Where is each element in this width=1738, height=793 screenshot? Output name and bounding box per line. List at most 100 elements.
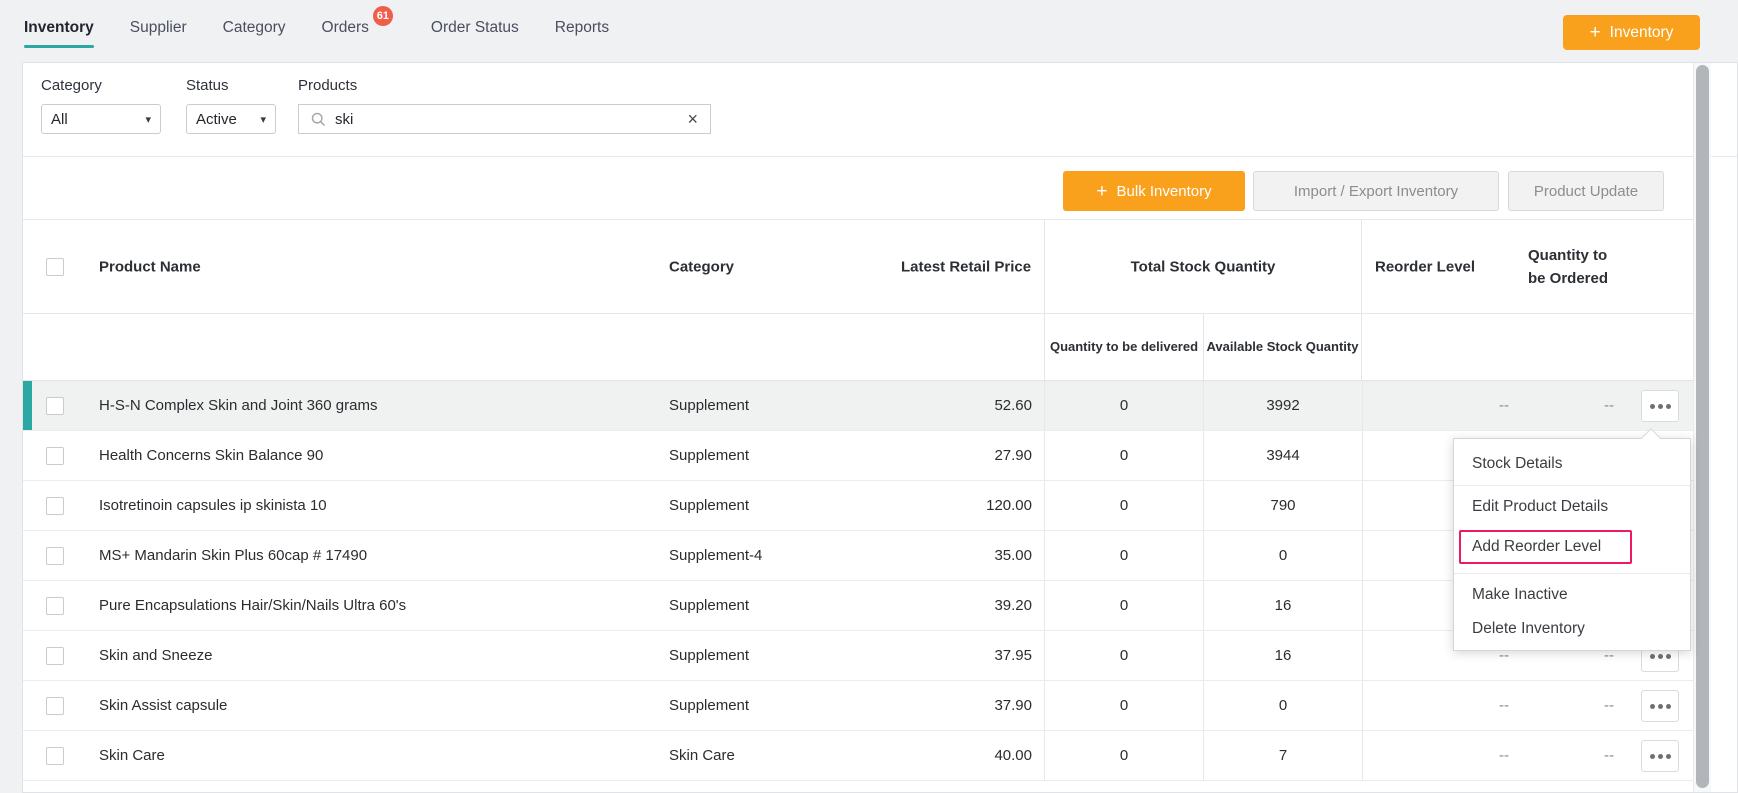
ellipsis-dot: [1665, 703, 1671, 709]
tab-reports[interactable]: Reports: [555, 19, 609, 37]
reorder-level-cell: --: [1362, 681, 1509, 730]
category-cell: Supplement: [669, 397, 750, 414]
quantity-to-be-ordered-cell: --: [1604, 697, 1614, 714]
quantity-to-be-ordered-cell: --: [1604, 747, 1614, 764]
latest-retail-price-cell: 35.00: [994, 547, 1032, 564]
row-checkbox[interactable]: [46, 547, 64, 565]
tab-label: Inventory: [24, 19, 94, 36]
latest-retail-price-cell: 39.20: [994, 597, 1032, 614]
tab-orders[interactable]: Orders 61: [321, 6, 393, 37]
ellipsis-dot: [1665, 653, 1671, 659]
table-row: H-S-N Complex Skin and Joint 360 grams Su…: [23, 381, 1693, 431]
available-stock-quantity-cell: 16: [1203, 631, 1362, 680]
category-cell: Supplement-4: [669, 547, 763, 564]
ellipsis-dot: [1649, 703, 1655, 709]
ellipsis-dot: [1649, 403, 1655, 409]
plus-icon: +: [1096, 180, 1108, 202]
latest-retail-price-cell: 120.00: [986, 497, 1032, 514]
menu-item-stock-details[interactable]: Stock Details: [1454, 447, 1690, 481]
chevron-down-icon: ▾: [260, 113, 266, 126]
tab-label: Category: [222, 19, 286, 36]
latest-retail-price-cell: 37.95: [994, 647, 1032, 664]
tab-supplier[interactable]: Supplier: [130, 19, 187, 37]
subheader-quantity-to-be-delivered: Quantity to be delivered: [1044, 314, 1203, 380]
available-stock-quantity-cell: 790: [1203, 481, 1362, 530]
quantity-to-be-delivered-cell: 0: [1044, 431, 1203, 480]
category-cell: Supplement: [669, 647, 750, 664]
chevron-down-icon: ▾: [145, 113, 151, 126]
row-checkbox[interactable]: [46, 447, 64, 465]
scrollbar-thumb[interactable]: [1696, 65, 1709, 788]
table-row: Skin Assist capsule Supplement 37.90 0 0 -- --: [23, 681, 1693, 731]
available-stock-quantity-cell: 3944: [1203, 431, 1362, 480]
row-checkbox[interactable]: [46, 597, 64, 615]
row-checkbox[interactable]: [46, 697, 64, 715]
header-reorder-level: Reorder Level: [1375, 258, 1476, 275]
row-checkbox[interactable]: [46, 497, 64, 515]
header-total-stock-quantity-group: Total Stock Quantity: [1044, 220, 1362, 313]
row-checkbox[interactable]: [46, 397, 64, 415]
quantity-to-be-delivered-cell: 0: [1044, 381, 1203, 430]
header-latest-retail-price: Latest Retail Price: [901, 258, 1032, 275]
selected-row-indicator: [23, 381, 32, 430]
available-stock-quantity-cell: 16: [1203, 581, 1362, 630]
row-actions-button[interactable]: [1641, 740, 1679, 772]
row-checkbox[interactable]: [46, 647, 64, 665]
menu-item-make-inactive[interactable]: Make Inactive: [1454, 578, 1690, 612]
top-nav: Inventory Supplier Category Orders 61 Order S…: [0, 0, 1738, 56]
menu-item-delete-inventory[interactable]: Delete Inventory: [1454, 612, 1690, 646]
import-export-inventory-button[interactable]: Import / Export Inventory: [1253, 171, 1499, 211]
menu-item-add-reorder-level[interactable]: Add Reorder Level: [1459, 530, 1632, 564]
product-name-cell: Skin and Sneeze: [99, 647, 213, 664]
bulk-inventory-label: Bulk Inventory: [1116, 182, 1212, 200]
header-product-name: Product Name: [99, 258, 201, 275]
product-name-cell: Pure Encapsulations Hair/Skin/Nails Ultr…: [99, 597, 407, 614]
available-stock-quantity-cell: 7: [1203, 731, 1362, 780]
tab-inventory[interactable]: Inventory: [24, 19, 94, 48]
category-select-value: All: [51, 110, 68, 128]
menu-item-edit-product-details[interactable]: Edit Product Details: [1454, 490, 1690, 524]
product-name-cell: H-S-N Complex Skin and Joint 360 grams: [99, 397, 378, 414]
ellipsis-dot: [1657, 703, 1663, 709]
available-stock-quantity-cell: 0: [1203, 531, 1362, 580]
table-row: Health Concerns Skin Balance 90 Supplemen…: [23, 431, 1693, 481]
header-total-stock-quantity: Total Stock Quantity: [1130, 258, 1276, 275]
status-select[interactable]: Active ▾: [186, 104, 276, 134]
tab-order-status[interactable]: Order Status: [431, 19, 519, 37]
table-row: Pure Encapsulations Hair/Skin/Nails Ultr…: [23, 581, 1693, 631]
latest-retail-price-cell: 40.00: [994, 747, 1032, 764]
inventory-panel: Category Status Products All ▾ Active ▾ …: [22, 62, 1738, 793]
select-all-checkbox[interactable]: [46, 257, 64, 276]
quantity-to-be-delivered-cell: 0: [1044, 531, 1203, 580]
clear-search-icon[interactable]: ×: [687, 110, 698, 128]
reorder-level-cell: --: [1362, 381, 1509, 430]
available-stock-quantity-cell: 3992: [1203, 381, 1362, 430]
row-actions-button[interactable]: [1641, 390, 1679, 422]
tab-category[interactable]: Category: [223, 19, 286, 37]
row-actions-button[interactable]: [1641, 690, 1679, 722]
nav-tabs: Inventory Supplier Category Orders 61 Order S…: [24, 0, 609, 56]
products-search-input[interactable]: ski ×: [298, 104, 711, 134]
product-update-button[interactable]: Product Update: [1508, 171, 1664, 211]
table-row: Isotretinoin capsules ip skinista 10 Supp…: [23, 481, 1693, 531]
quantity-to-be-delivered-cell: 0: [1044, 731, 1203, 780]
products-filter-label: Products: [298, 77, 358, 94]
latest-retail-price-cell: 27.90: [994, 447, 1032, 464]
tab-label: Orders: [321, 19, 369, 36]
row-checkbox[interactable]: [46, 747, 64, 765]
search-icon: [311, 112, 326, 126]
ellipsis-dot: [1657, 403, 1663, 409]
category-cell: Supplement: [669, 447, 750, 464]
latest-retail-price-cell: 37.90: [994, 697, 1032, 714]
bulk-inventory-button[interactable]: + Bulk Inventory: [1063, 171, 1245, 211]
add-inventory-button[interactable]: + Inventory: [1563, 15, 1700, 50]
table-row: Skin and Sneeze Supplement 37.95 0 16 -- --: [23, 631, 1693, 681]
category-select[interactable]: All ▾: [41, 104, 161, 134]
tab-label: Supplier: [129, 19, 187, 36]
quantity-to-be-delivered-cell: 0: [1044, 481, 1203, 530]
menu-divider: [1454, 485, 1690, 486]
subheader-available-stock-quantity: Available Stock Quantity: [1203, 314, 1362, 380]
ellipsis-dot: [1649, 753, 1655, 759]
header-category: Category: [669, 258, 735, 275]
status-select-value: Active: [196, 110, 237, 128]
